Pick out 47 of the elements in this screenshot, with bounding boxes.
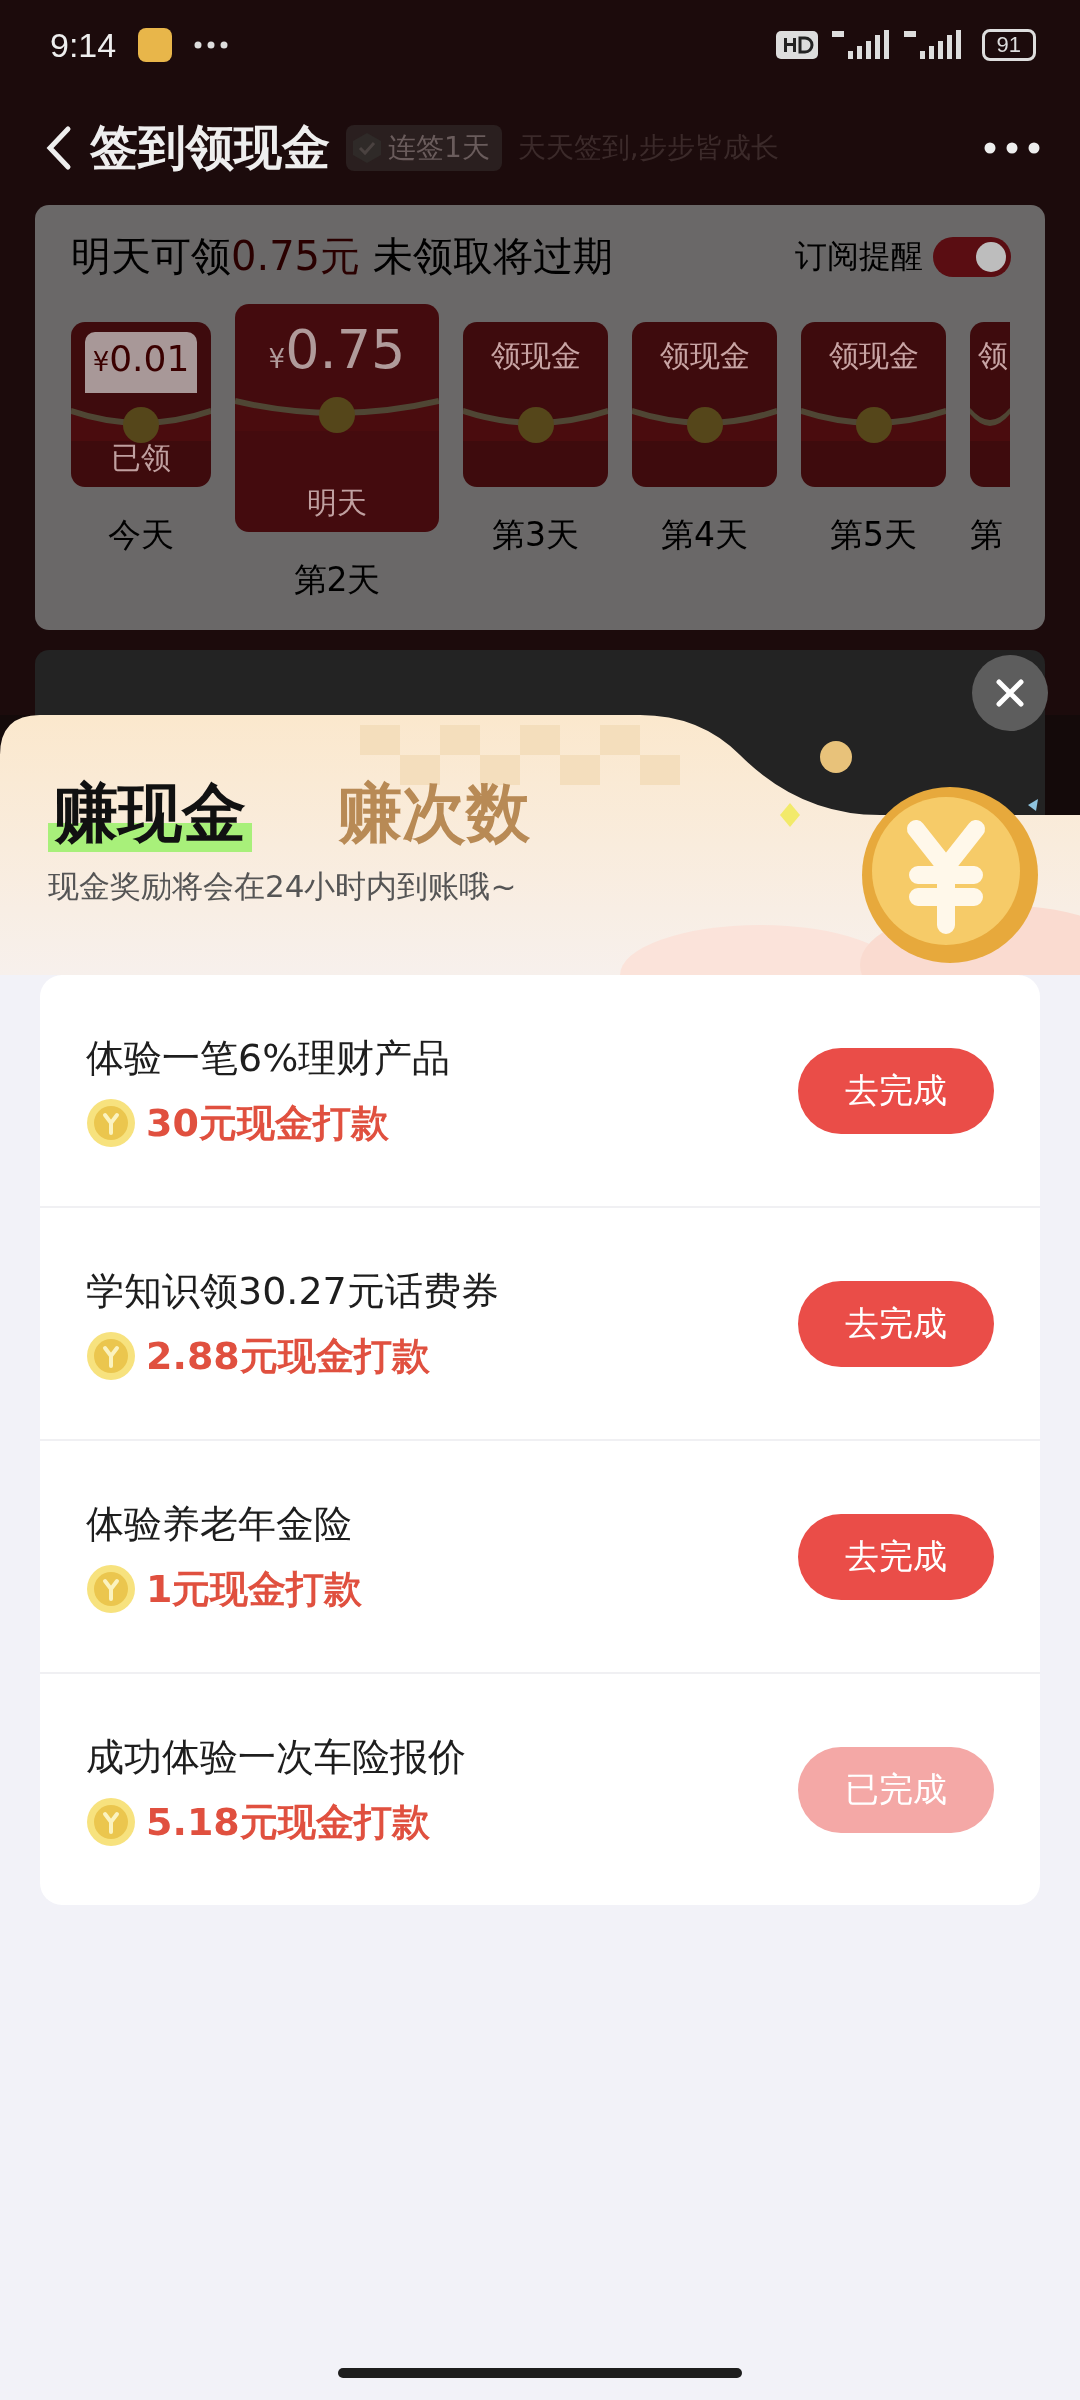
reward-text: 5.18元现金打款 — [146, 1798, 430, 1846]
signal-icon — [831, 29, 890, 61]
day-caption: 第2天 — [293, 559, 381, 601]
task-title: 体验养老年金险 — [86, 1500, 353, 1548]
cash-envelope[interactable]: 领现金 — [632, 322, 777, 487]
signin-headline: 明天可领0.75元 未领取将过期 — [71, 232, 613, 281]
reward-text: 30元现金打款 — [146, 1099, 389, 1147]
coin-icon — [86, 1098, 136, 1148]
streak-badge: 连签1天 — [346, 124, 502, 171]
coin-icon — [686, 407, 723, 444]
more-notifications-icon — [194, 41, 229, 49]
cash-envelope[interactable]: ¥0.01 已领 — [71, 322, 211, 487]
coin-icon — [123, 407, 159, 444]
day-caption: 第3天 — [492, 514, 579, 556]
day-caption: 第5天 — [830, 514, 917, 556]
coin-icon — [86, 1797, 136, 1847]
more-icon[interactable] — [984, 141, 1040, 154]
battery-level: 91 — [981, 29, 1036, 61]
cash-envelope: 领 — [970, 322, 1010, 487]
subscribe-label: 订阅提醒 — [795, 235, 923, 277]
hd-voice-icon — [775, 31, 818, 59]
notification-app-icon — [138, 28, 173, 62]
day-caption: 第 — [970, 514, 1004, 556]
day-caption: 第4天 — [661, 514, 748, 556]
complete-button[interactable]: 去完成 — [798, 1280, 994, 1367]
close-icon — [995, 678, 1025, 708]
signal-icon — [903, 29, 962, 61]
subscribe-toggle[interactable] — [933, 236, 1011, 277]
complete-button[interactable]: 去完成 — [798, 1047, 994, 1134]
coin-icon — [86, 1564, 136, 1614]
coin-icon — [855, 407, 892, 444]
coin-icon — [319, 396, 355, 433]
task-title: 体验一笔6%理财产品 — [86, 1034, 452, 1082]
page-title: 签到领现金 — [90, 117, 330, 177]
reward-text: 2.88元现金打款 — [146, 1332, 430, 1380]
cash-envelope[interactable]: ¥0.75 明天 — [235, 304, 439, 532]
cash-envelope[interactable]: 领现金 — [801, 322, 946, 487]
task-title: 成功体验一次车险报价 — [86, 1733, 467, 1781]
task-title: 学知识领30.27元话费券 — [86, 1267, 500, 1315]
reward-text: 1元现金打款 — [146, 1565, 363, 1613]
sheet-subtitle: 现金奖励将会在24小时内到账哦~ — [48, 866, 517, 906]
day-caption: 今天 — [108, 514, 174, 556]
coin-icon — [517, 407, 554, 444]
status-time: 9:14 — [50, 25, 117, 65]
complete-button[interactable]: 去完成 — [798, 1513, 994, 1600]
cash-envelope[interactable]: 领现金 — [463, 322, 608, 487]
coin-icon — [86, 1331, 136, 1381]
